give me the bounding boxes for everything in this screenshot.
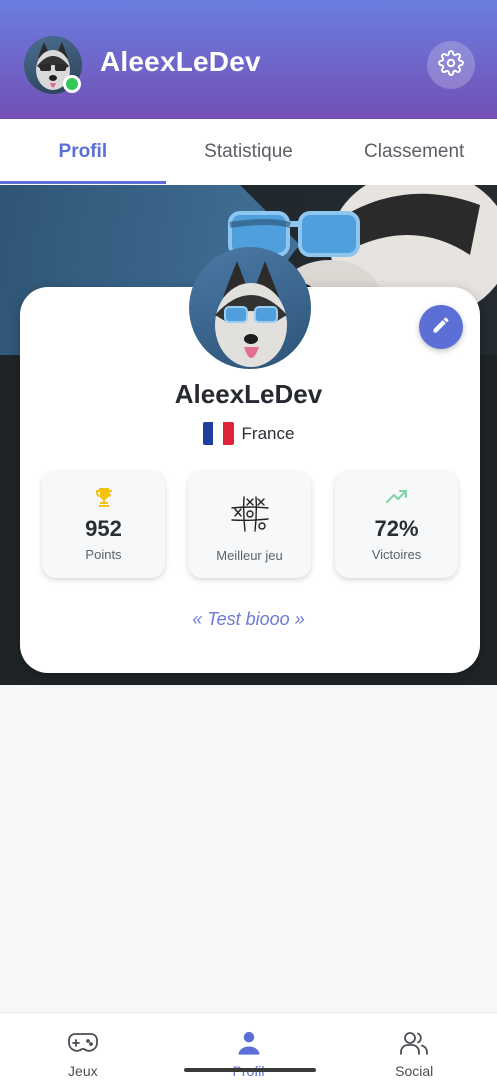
country-row: France [0, 422, 497, 445]
settings-button[interactable] [427, 41, 475, 89]
stat-card-best-game: Meilleur jeu [188, 471, 311, 578]
nav-label-jeux: Jeux [68, 1063, 98, 1079]
pencil-icon [431, 315, 451, 340]
trending-up-icon [335, 487, 458, 505]
tab-statistique[interactable]: Statistique [166, 119, 332, 185]
user-icon [235, 1029, 263, 1057]
nav-label-social: Social [395, 1063, 434, 1079]
nav-item-social[interactable]: Social [331, 1013, 497, 1080]
stat-value-points: 952 [85, 516, 122, 541]
stat-card-points: 952 Points [42, 471, 165, 578]
trophy-icon [42, 485, 165, 509]
tab-profil[interactable]: Profil [0, 119, 166, 185]
tic-tac-toe-icon [188, 493, 311, 535]
users-icon [399, 1029, 429, 1057]
stat-label-points: Points [85, 547, 122, 562]
edit-profile-button[interactable] [419, 305, 463, 349]
stat-label-best-game: Meilleur jeu [216, 548, 283, 563]
stat-card-wins: 72% Victoires [335, 471, 458, 578]
france-flag-icon [202, 422, 234, 445]
stat-label-wins: Victoires [371, 547, 422, 562]
header-username: AleexLeDev [100, 46, 261, 77]
profile-bio: « Test biooo » [192, 609, 305, 629]
online-status-dot [63, 75, 81, 93]
profile-avatar[interactable] [189, 247, 311, 369]
profile-tabs: Profil Statistique Classement [0, 119, 497, 185]
tab-classement[interactable]: Classement [331, 119, 497, 185]
home-indicator [184, 1068, 316, 1072]
app-header: AleexLeDev [0, 0, 497, 119]
gear-icon [438, 49, 464, 81]
nav-item-jeux[interactable]: Jeux [0, 1013, 166, 1080]
profile-name: AleexLeDev [174, 379, 323, 409]
country-name: France [241, 423, 295, 443]
stat-value-wins: 72% [374, 516, 419, 541]
gamepad-icon [67, 1029, 99, 1057]
